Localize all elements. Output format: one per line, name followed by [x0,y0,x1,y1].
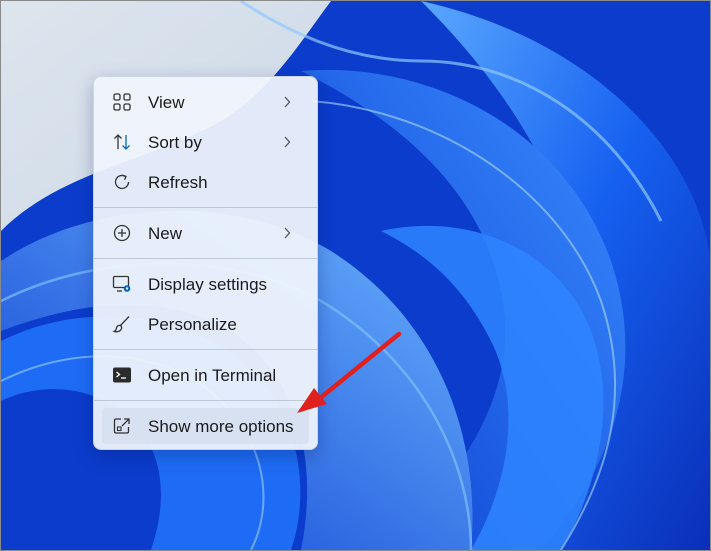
terminal-icon [112,365,132,385]
menu-item-label: Display settings [148,275,268,294]
chevron-right-icon [284,136,291,148]
refresh-icon [112,172,132,192]
menu-separator [94,207,317,208]
menu-separator [94,258,317,259]
menu-separator [94,400,317,401]
menu-item-label: Open in Terminal [148,366,277,385]
display-settings-icon [112,274,132,294]
menu-item-label: Refresh [148,173,208,192]
desktop-context-menu: View Sort by Refresh New Display setting… [93,76,318,450]
menu-item-label: Sort by [148,133,202,152]
grid-view-icon [112,92,132,112]
chevron-right-icon [284,96,291,108]
menu-item-view[interactable]: View [102,84,309,120]
menu-item-refresh[interactable]: Refresh [102,164,309,200]
menu-item-sort-by[interactable]: Sort by [102,124,309,160]
menu-item-personalize[interactable]: Personalize [102,306,309,342]
menu-item-new[interactable]: New [102,215,309,251]
menu-item-label: Show more options [148,417,294,436]
brush-icon [112,314,132,334]
menu-item-label: View [148,93,185,112]
menu-item-label: New [148,224,183,243]
menu-separator [94,349,317,350]
plus-circle-icon [112,223,132,243]
chevron-right-icon [284,227,291,239]
menu-item-display-settings[interactable]: Display settings [102,266,309,302]
menu-item-label: Personalize [148,315,237,334]
sort-icon [112,132,132,152]
screenshot-frame: View Sort by Refresh New Display setting… [0,0,711,551]
menu-item-show-more-options[interactable]: Show more options [102,408,309,444]
menu-item-open-in-terminal[interactable]: Open in Terminal [102,357,309,393]
open-external-icon [112,416,132,436]
